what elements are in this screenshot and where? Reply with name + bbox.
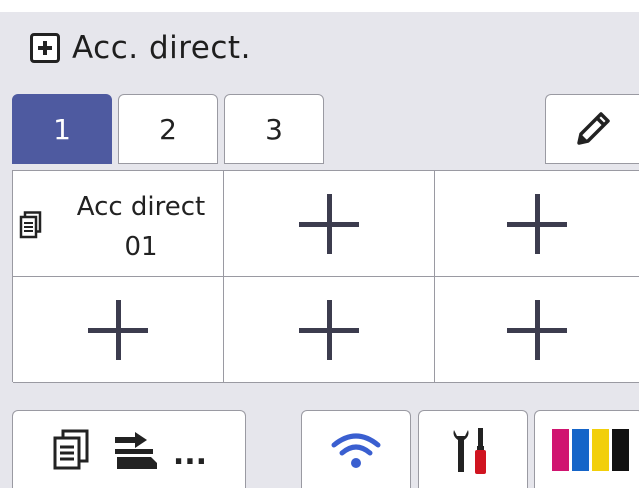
shortcut-label-line1: Acc direct <box>76 192 206 222</box>
shortcut-add-4[interactable] <box>13 277 224 383</box>
shortcut-label-line2: 01 <box>124 232 158 262</box>
tools-icon <box>453 427 486 474</box>
plus-box-icon <box>30 33 60 63</box>
shortcut-acc-direct-01[interactable]: Acc direct 01 <box>13 171 224 277</box>
shortcut-add-5[interactable] <box>224 277 435 383</box>
tab-label: 1 <box>53 112 71 146</box>
tab-label: 3 <box>265 112 283 146</box>
shortcut-label: Acc direct 01 <box>61 187 221 267</box>
add-plus-icon <box>507 193 567 254</box>
shortcut-grid: Acc direct 01 <box>12 170 639 383</box>
tab-2[interactable]: 2 <box>118 94 218 164</box>
document-icon <box>19 211 42 239</box>
scan-icon <box>114 431 157 469</box>
add-plus-icon <box>299 193 359 254</box>
wifi-icon <box>331 433 381 468</box>
wifi-button[interactable] <box>301 410 411 488</box>
tab-3[interactable]: 3 <box>224 94 324 164</box>
toner-icon <box>552 428 629 471</box>
header: Acc. direct. <box>30 30 251 66</box>
add-plus-icon <box>88 299 148 360</box>
shortcut-add-2[interactable] <box>224 171 435 277</box>
add-plus-icon <box>507 299 567 360</box>
edit-button[interactable] <box>545 94 639 164</box>
page-title: Acc. direct. <box>72 30 251 66</box>
add-plus-icon <box>299 299 359 360</box>
copy-icon <box>53 429 89 469</box>
shortcut-add-6[interactable] <box>435 277 639 383</box>
pencil-icon <box>576 112 610 145</box>
more-indicator: ... <box>172 437 208 472</box>
tab-1[interactable]: 1 <box>12 94 112 164</box>
settings-button[interactable] <box>418 410 528 488</box>
copy-scan-button[interactable]: ... <box>12 410 246 488</box>
toner-button[interactable] <box>534 410 639 488</box>
shortcut-add-3[interactable] <box>435 171 639 277</box>
tab-label: 2 <box>159 112 177 146</box>
